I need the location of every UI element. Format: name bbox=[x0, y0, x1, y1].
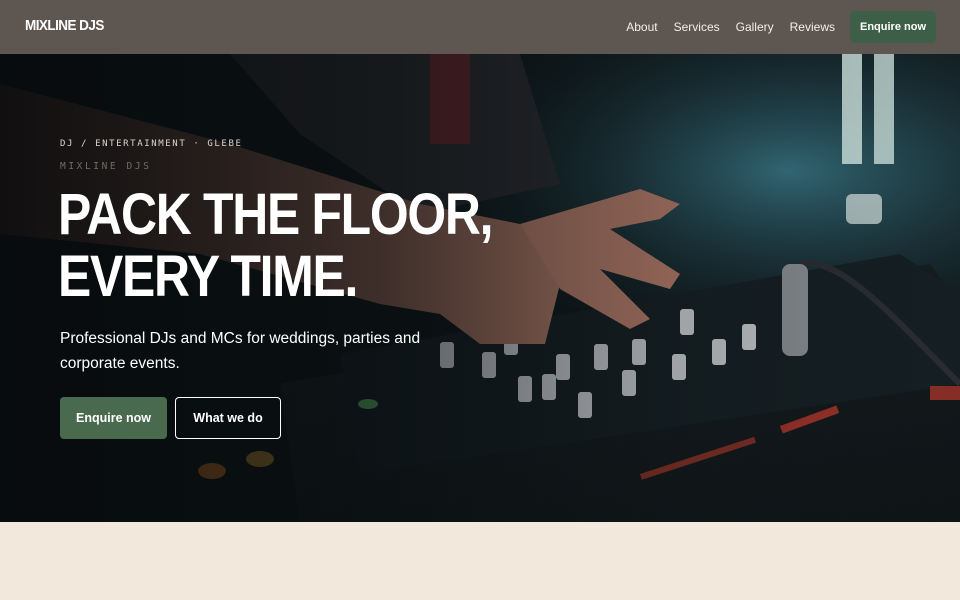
site-header: MIXLINE DJS About Services Gallery Revie… bbox=[0, 0, 960, 54]
headline-line-1: PACK THE FLOOR, bbox=[58, 182, 493, 247]
nav-about[interactable]: About bbox=[626, 20, 657, 34]
nav-gallery[interactable]: Gallery bbox=[736, 20, 774, 34]
headline-line-2: EVERY TIME. bbox=[58, 244, 358, 309]
hero-brand: MIXLINE DJS bbox=[60, 161, 152, 172]
hero-subtitle: Professional DJs and MCs for weddings, p… bbox=[60, 330, 421, 372]
hero-section: DJ / ENTERTAINMENT · GLEBE MIXLINE DJS P… bbox=[0, 54, 960, 522]
what-we-do-button[interactable]: What we do bbox=[175, 397, 281, 439]
header-enquire-button[interactable]: Enquire now bbox=[850, 11, 936, 43]
nav-services[interactable]: Services bbox=[674, 20, 720, 34]
nav-reviews[interactable]: Reviews bbox=[790, 20, 835, 34]
site-logo[interactable]: MIXLINE DJS bbox=[25, 17, 104, 34]
hero-headline: PACK THE FLOOR, EVERY TIME. bbox=[58, 182, 493, 309]
hero-eyebrow: DJ / ENTERTAINMENT · GLEBE bbox=[60, 139, 243, 149]
enquire-now-button[interactable]: Enquire now bbox=[60, 397, 167, 439]
main-nav: About Services Gallery Reviews bbox=[626, 20, 835, 34]
